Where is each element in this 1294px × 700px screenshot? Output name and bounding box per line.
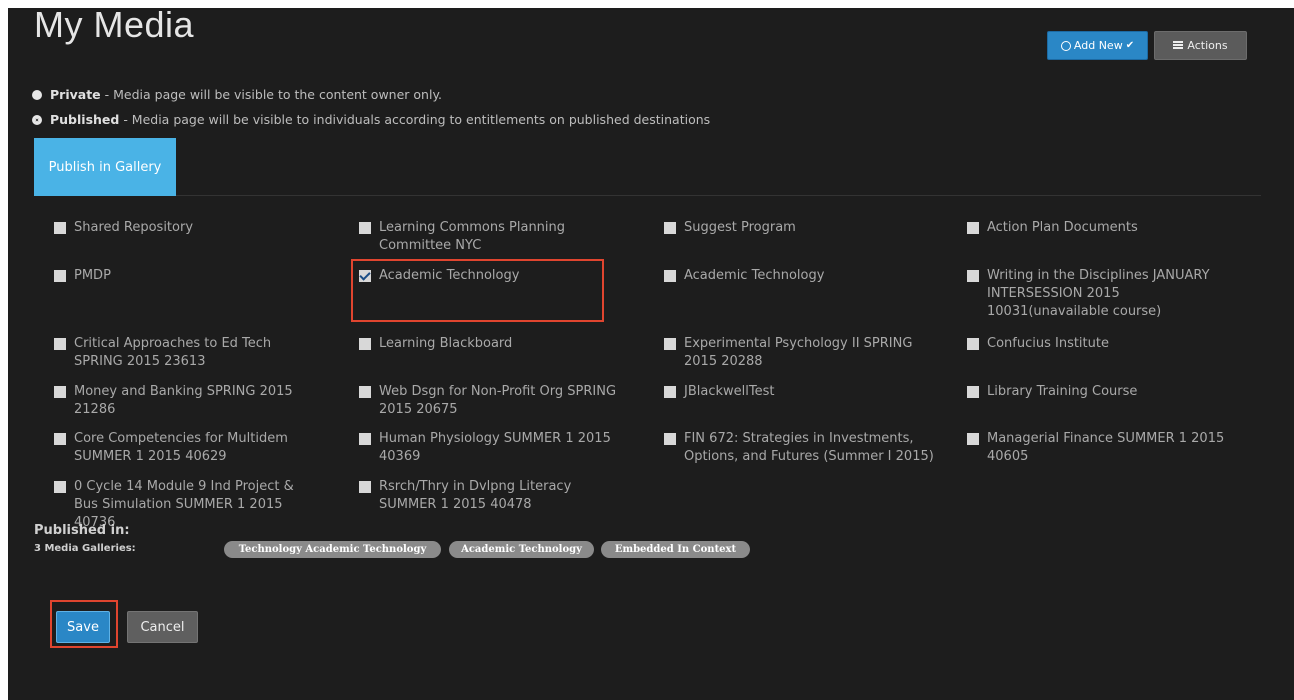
private-radio[interactable] [32, 89, 42, 100]
category-item[interactable]: Managerial Finance SUMMER 1 2015 40605 [967, 430, 1242, 466]
category-label: Money and Banking SPRING 2015 21286 [74, 384, 293, 417]
tab-divider [176, 195, 1261, 196]
category-checkbox[interactable] [967, 338, 979, 350]
category-item[interactable]: Academic Technology [664, 267, 924, 285]
published-radio[interactable] [32, 114, 42, 125]
category-label: Writing in the Disciplines JANUARY INTER… [987, 268, 1210, 319]
category-item[interactable]: Critical Approaches to Ed Tech SPRING 20… [54, 335, 294, 371]
category-checkbox[interactable] [54, 433, 66, 445]
gallery-tag[interactable]: Technology Academic Technology [224, 541, 441, 558]
cancel-button[interactable]: Cancel [127, 611, 198, 643]
category-label: Critical Approaches to Ed Tech SPRING 20… [74, 336, 272, 369]
gallery-tag[interactable]: Embedded In Context [601, 541, 750, 558]
media-page: My Media Add New ✔︎ Actions Private - Me… [8, 8, 1294, 700]
category-checkbox[interactable] [359, 386, 371, 398]
category-label: PMDP [74, 268, 111, 283]
private-label: Private [50, 87, 101, 102]
list-icon [1173, 41, 1184, 50]
category-item[interactable]: Web Dsgn for Non-Profit Org SPRING 2015 … [359, 383, 629, 419]
page-title: My Media [34, 8, 195, 45]
category-checkbox[interactable] [359, 222, 371, 234]
category-checkbox[interactable] [54, 481, 66, 493]
category-label: Core Competencies for Multidem SUMMER 1 … [74, 431, 288, 464]
category-item[interactable]: JBlackwellTest [664, 383, 934, 401]
visibility-private-option[interactable]: Private - Media page will be visible to … [32, 87, 442, 102]
category-checkbox[interactable] [54, 338, 66, 350]
tab-publish-in-gallery[interactable]: Publish in Gallery [34, 138, 176, 196]
category-item[interactable]: Writing in the Disciplines JANUARY INTER… [967, 267, 1232, 321]
category-item[interactable]: Learning Blackboard [359, 335, 604, 353]
category-checkbox[interactable] [967, 433, 979, 445]
category-label: Rsrch/Thry in Dvlpng Literacy SUMMER 1 2… [379, 479, 572, 512]
category-checkbox[interactable] [664, 338, 676, 350]
published-label: Published [50, 112, 120, 127]
category-checkbox[interactable] [664, 222, 676, 234]
category-label: Academic Technology [684, 268, 825, 283]
category-checkbox[interactable] [359, 433, 371, 445]
category-item[interactable]: Human Physiology SUMMER 1 2015 40369 [359, 430, 629, 466]
category-item[interactable]: Learning Commons Planning Committee NYC [359, 219, 604, 255]
visibility-published-option[interactable]: Published - Media page will be visible t… [32, 112, 710, 127]
category-item[interactable]: Library Training Course [967, 383, 1237, 401]
category-item[interactable]: Core Competencies for Multidem SUMMER 1 … [54, 430, 324, 466]
category-label: Suggest Program [684, 220, 796, 235]
category-label: Learning Commons Planning Committee NYC [379, 220, 566, 253]
category-checkbox[interactable] [359, 338, 371, 350]
category-label: Experimental Psychology II SPRING 2015 2… [684, 336, 913, 369]
media-galleries-count: 3 Media Galleries: [34, 543, 136, 554]
actions-label: Actions [1187, 39, 1228, 52]
category-item[interactable]: Experimental Psychology II SPRING 2015 2… [664, 335, 934, 371]
add-new-label: Add New [1073, 39, 1123, 52]
published-description: - Media page will be visible to individu… [119, 112, 711, 127]
category-label: Confucius Institute [987, 336, 1109, 351]
category-checkbox[interactable] [967, 222, 979, 234]
actions-button[interactable]: Actions [1154, 31, 1247, 60]
category-item[interactable]: Money and Banking SPRING 2015 21286 [54, 383, 324, 419]
private-description: - Media page will be visible to the cont… [100, 87, 443, 102]
category-checkbox[interactable] [359, 481, 371, 493]
category-label: Learning Blackboard [379, 336, 513, 351]
category-label: FIN 672: Strategies in Investments, Opti… [684, 431, 934, 464]
category-checkbox[interactable] [664, 433, 676, 445]
add-new-button[interactable]: Add New ✔︎ [1047, 31, 1148, 60]
category-checkbox[interactable] [54, 386, 66, 398]
gallery-tag[interactable]: Academic Technology [449, 541, 594, 558]
category-item[interactable]: Suggest Program [664, 219, 924, 237]
category-item[interactable]: Shared Repository [54, 219, 324, 237]
category-item[interactable]: Confucius Institute [967, 335, 1237, 353]
category-label: Library Training Course [987, 384, 1138, 399]
category-label: Managerial Finance SUMMER 1 2015 40605 [987, 431, 1225, 464]
category-checkbox[interactable] [664, 270, 676, 282]
category-checkbox[interactable] [967, 386, 979, 398]
category-item[interactable]: Action Plan Documents [967, 219, 1237, 237]
save-button[interactable]: Save [56, 611, 110, 643]
category-checkbox[interactable] [54, 270, 66, 282]
category-checkbox[interactable] [664, 386, 676, 398]
category-label: Human Physiology SUMMER 1 2015 40369 [379, 431, 611, 464]
category-checkbox[interactable] [967, 270, 979, 282]
category-item[interactable]: FIN 672: Strategies in Investments, Opti… [664, 430, 954, 466]
category-label: Shared Repository [74, 220, 194, 235]
category-label: Web Dsgn for Non-Profit Org SPRING 2015 … [379, 384, 617, 417]
category-item[interactable]: Rsrch/Thry in Dvlpng Literacy SUMMER 1 2… [359, 478, 604, 514]
chevron-down-icon: ✔︎ [1125, 40, 1135, 51]
published-in-heading: Published in: [34, 523, 130, 538]
category-label: JBlackwellTest [684, 384, 775, 399]
category-item[interactable]: PMDP [54, 267, 324, 285]
category-label: Action Plan Documents [987, 220, 1138, 235]
add-circle-icon [1060, 40, 1071, 51]
highlight-box-category [351, 259, 604, 322]
category-checkbox[interactable] [54, 222, 66, 234]
